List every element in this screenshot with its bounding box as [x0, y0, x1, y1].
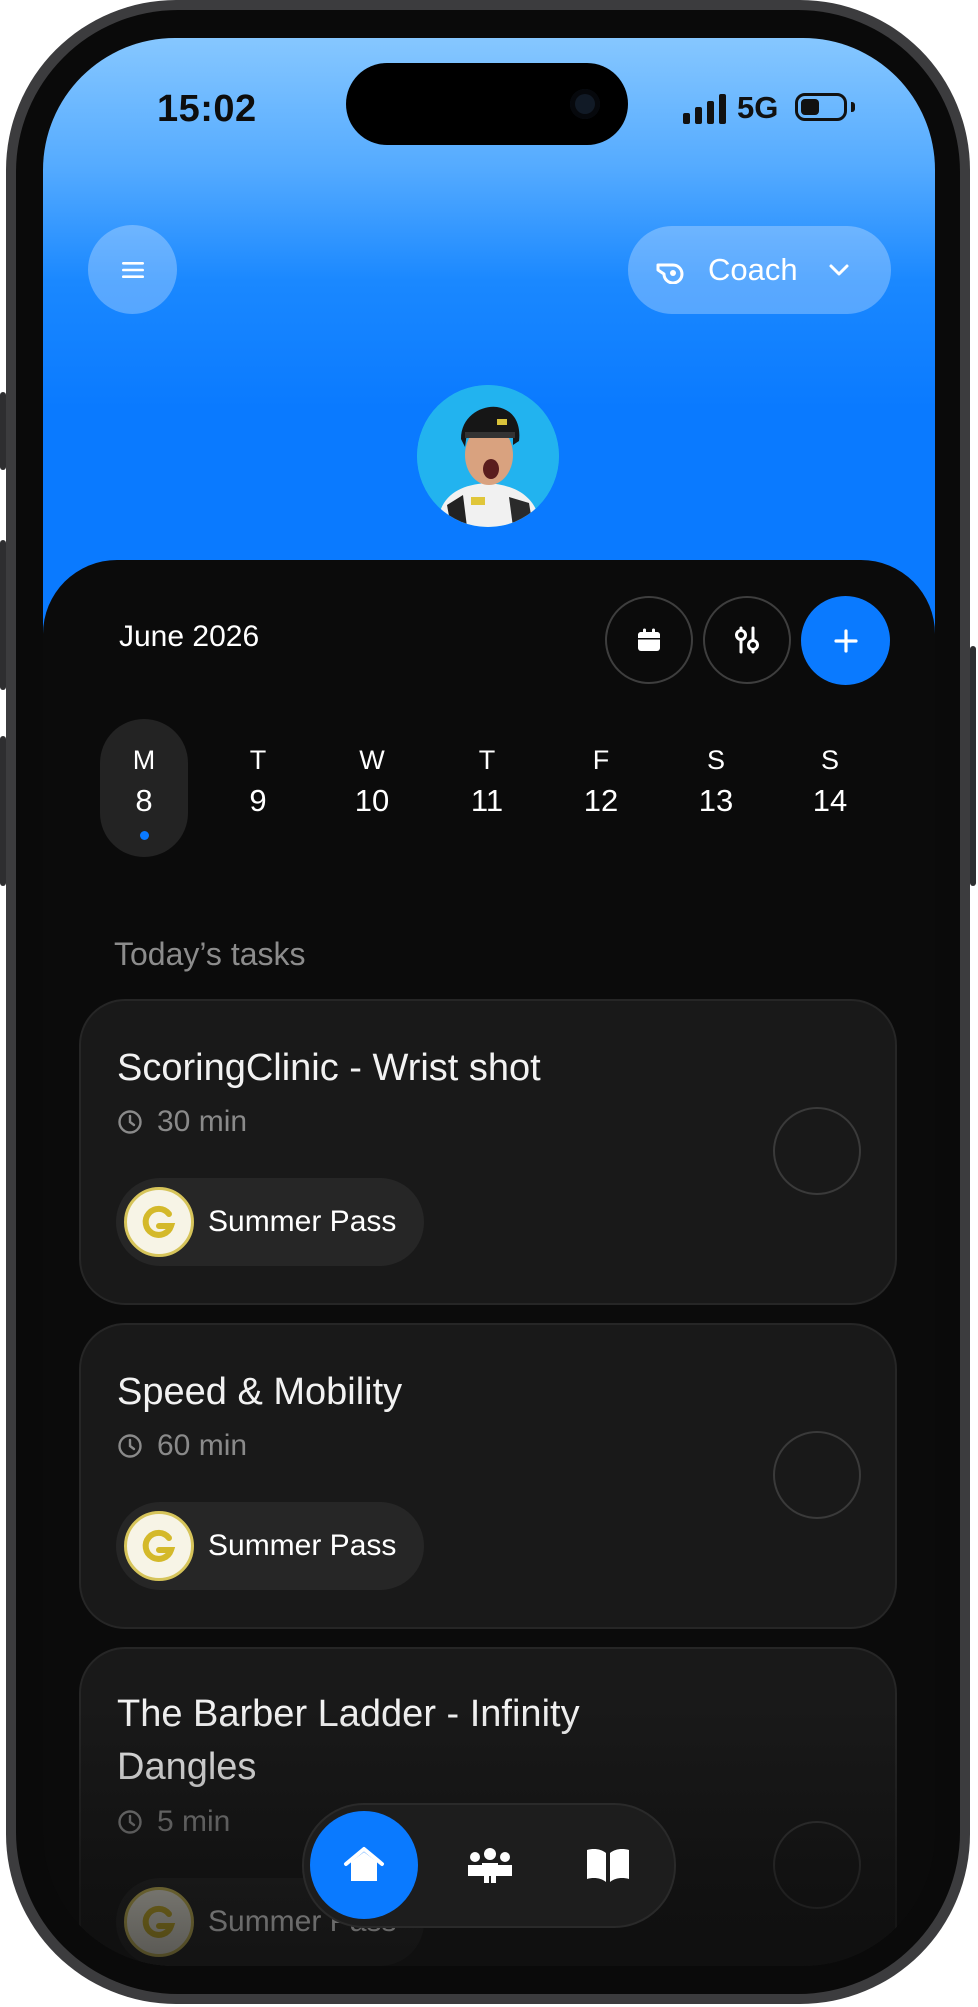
pass-chip[interactable]: Summer Pass [116, 1178, 425, 1266]
selected-dot [140, 831, 149, 840]
day-number: 12 [583, 783, 619, 818]
hamburger-icon [121, 261, 144, 278]
duration-text: 5 min [157, 1805, 231, 1838]
calendar-button[interactable] [605, 596, 693, 684]
task-complete-checkbox[interactable] [773, 1107, 861, 1195]
task-complete-checkbox[interactable] [773, 1431, 861, 1519]
nav-team[interactable] [436, 1811, 544, 1919]
pass-chip[interactable]: Summer Pass [116, 1502, 425, 1590]
task-title: The Barber Ladder - Infinity [117, 1693, 580, 1735]
task-duration: 30 min [117, 1105, 247, 1139]
status-time: 15:02 [157, 88, 257, 130]
avatar[interactable] [417, 385, 559, 527]
camera-icon [570, 89, 600, 119]
section-title: Today’s tasks [114, 936, 306, 972]
team-icon [468, 1848, 512, 1883]
day-monday[interactable]: M 8 [100, 719, 188, 857]
task-duration: 5 min [117, 1805, 230, 1839]
dynamic-island [346, 63, 628, 145]
menu-button[interactable] [88, 225, 177, 314]
task-card[interactable]: Speed & Mobility 60 min Summer Pass [79, 1323, 897, 1629]
nav-home[interactable] [310, 1811, 418, 1919]
task-title: Speed & Mobility [117, 1371, 403, 1413]
plus-icon [833, 628, 858, 653]
duration-text: 30 min [157, 1105, 248, 1138]
battery-icon [795, 93, 847, 121]
clock-icon [118, 1110, 142, 1134]
action-button [0, 392, 6, 470]
day-weekday: S [706, 745, 725, 775]
whistle-icon [656, 263, 684, 284]
role-switcher-button[interactable]: Coach [628, 226, 891, 314]
day-sunday[interactable]: S 14 [786, 719, 874, 857]
day-thursday[interactable]: T 11 [443, 719, 531, 857]
task-duration: 60 min [117, 1429, 247, 1463]
battery-tip [851, 102, 855, 112]
clock-icon [118, 1810, 142, 1834]
filter-button[interactable] [703, 596, 791, 684]
app-screen: 15:02 5G Coach June 2026 M 8 T 9 W 10 T … [43, 38, 935, 1966]
volume-down-button [0, 736, 6, 886]
chevron-down-icon [829, 264, 849, 276]
day-wednesday[interactable]: W 10 [328, 719, 416, 857]
day-number: 10 [354, 783, 390, 818]
sliders-icon [735, 626, 759, 654]
calendar-icon [638, 628, 660, 651]
nav-library[interactable] [554, 1811, 662, 1919]
bottom-nav [302, 1803, 676, 1928]
add-task-button[interactable] [801, 596, 890, 685]
task-title-line2: Dangles [117, 1746, 257, 1788]
task-card[interactable]: ScoringClinic - Wrist shot 30 min Summer… [79, 999, 897, 1305]
day-number: 11 [470, 783, 504, 818]
signal-icon [683, 94, 726, 124]
clock-icon [118, 1434, 142, 1458]
role-label: Coach [708, 252, 798, 287]
volume-up-button [0, 540, 6, 690]
day-number: 13 [698, 783, 734, 818]
day-weekday: S [820, 745, 839, 775]
book-icon [587, 1849, 629, 1882]
pass-badge-icon [124, 1887, 194, 1957]
day-number: 14 [812, 783, 848, 818]
pass-badge-icon [124, 1187, 194, 1257]
month-label: June 2026 [119, 620, 260, 653]
day-weekday: M [132, 745, 156, 775]
duration-text: 60 min [157, 1429, 248, 1462]
pass-label: Summer Pass [208, 1205, 397, 1238]
day-weekday: T [249, 745, 267, 775]
day-weekday: F [592, 745, 610, 775]
power-button [970, 646, 976, 886]
player-photo [417, 385, 559, 527]
pass-badge-icon [124, 1511, 194, 1581]
day-weekday: T [478, 745, 496, 775]
task-title: ScoringClinic - Wrist shot [117, 1047, 541, 1089]
network-label: 5G [737, 90, 779, 125]
day-saturday[interactable]: S 13 [672, 719, 760, 857]
day-number: 9 [249, 783, 267, 818]
day-weekday: W [359, 745, 385, 775]
day-number: 8 [135, 783, 153, 818]
pass-label: Summer Pass [208, 1529, 397, 1562]
day-friday[interactable]: F 12 [557, 719, 645, 857]
day-tuesday[interactable]: T 9 [214, 719, 302, 857]
home-icon [344, 1847, 384, 1881]
task-complete-checkbox[interactable] [773, 1821, 861, 1909]
